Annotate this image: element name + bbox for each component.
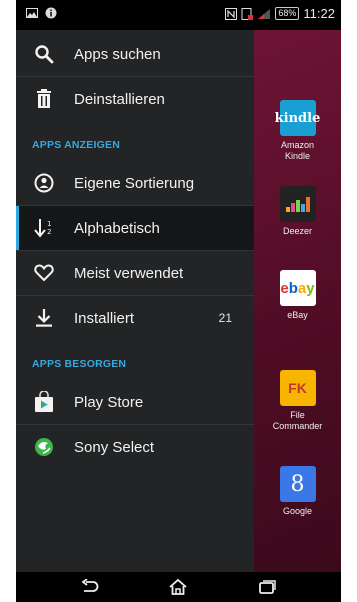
app-amazon-kindle[interactable]: kindle Amazon Kindle [254,100,341,162]
battery-icon: 68% [275,7,300,20]
clock: 11:22 [303,6,335,21]
trash-icon [32,87,56,111]
app-file-commander[interactable]: FK File Commander [254,370,341,432]
menu-item-custom-sort[interactable]: Eigene Sortierung [16,161,254,205]
menu-item-search-apps[interactable]: Apps suchen [16,32,254,76]
menu-item-sony-select[interactable]: Sony Select [16,425,254,469]
kindle-icon: kindle [275,100,320,136]
installed-count-badge: 21 [218,311,232,325]
recent-apps-icon[interactable] [255,577,279,597]
menu-item-label: Sony Select [74,438,155,456]
menu-item-installed[interactable]: Installiert 21 [16,296,254,340]
navigation-bar [16,572,341,602]
menu-item-label: Alphabetisch [74,219,160,237]
app-ebay[interactable]: ebay eBay [254,270,341,321]
deezer-icon [279,186,316,222]
app-label: Google [282,506,313,516]
menu-item-label: Eigene Sortierung [74,174,195,192]
app-drawer-menu: Apps suchen Deinstallieren APPS ANZEIGEN… [16,30,254,572]
menu-item-label: Meist verwendet [74,264,184,282]
signal-icon [257,8,271,20]
file-commander-icon: FK [279,370,316,406]
play-store-icon [32,390,56,414]
section-header-show-apps: APPS ANZEIGEN [32,139,120,151]
app-label: Amazon Kindle [280,140,315,161]
phone-screen: 68% 11:22 kindle Amazon Kindle Deezer e … [16,0,341,602]
image-icon [26,8,38,18]
nfc-icon [225,7,238,20]
menu-item-alphabetical[interactable]: 12 Alphabetisch [16,206,254,250]
svg-text:1: 1 [47,220,51,228]
menu-item-label: Play Store [74,393,144,411]
alpha-sort-icon: 12 [32,216,56,240]
home-icon[interactable] [166,577,190,597]
ebay-icon: ebay [279,270,316,306]
status-bar: 68% 11:22 [16,0,341,30]
app-label: Deezer [282,226,312,236]
menu-item-uninstall[interactable]: Deinstallieren [16,77,254,121]
menu-item-label: Deinstallieren [74,90,165,108]
nfc-tag-icon [241,7,254,20]
heart-icon [32,261,56,285]
app-label: eBay [287,310,308,320]
menu-item-most-used[interactable]: Meist verwendet [16,251,254,295]
back-icon[interactable] [78,577,102,597]
download-icon [32,306,56,330]
menu-item-label: Installiert [74,309,135,327]
app-google[interactable]: 8 Google [254,466,341,517]
search-icon [32,42,56,66]
info-icon [45,7,57,19]
custom-sort-icon [32,171,56,195]
google-icon: 8 [279,466,316,502]
app-label: File Commander [272,410,323,431]
home-screen: kindle Amazon Kindle Deezer ebay eBay FK… [254,30,341,572]
app-deezer[interactable]: Deezer [254,186,341,237]
svg-text:2: 2 [47,228,51,236]
menu-item-label: Apps suchen [74,45,161,63]
menu-item-play-store[interactable]: Play Store [16,380,254,424]
section-header-get-apps: APPS BESORGEN [32,358,127,370]
sony-select-icon [32,435,56,459]
